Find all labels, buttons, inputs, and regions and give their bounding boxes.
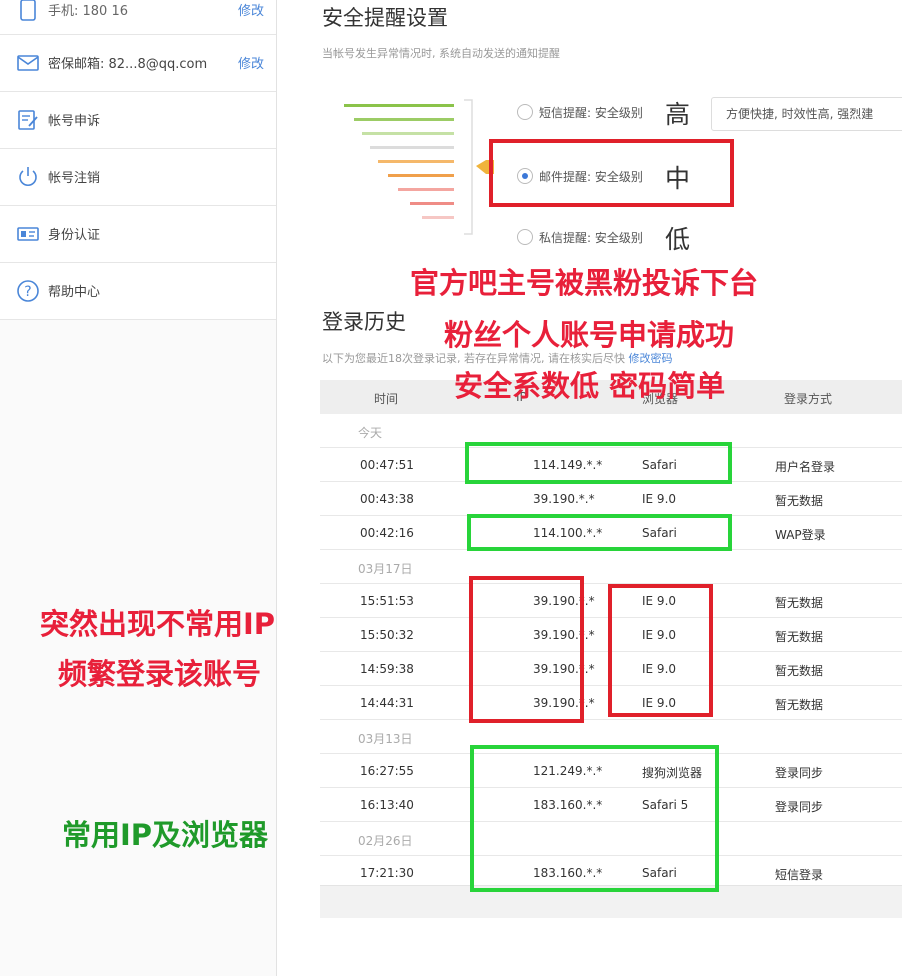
cell-time: 17:21:30: [360, 866, 414, 880]
highlight-row-green: [467, 514, 732, 551]
cell-method: 用户名登录: [775, 460, 836, 474]
radio-sms[interactable]: [517, 104, 533, 120]
annotation-line: 突然出现不常用IP: [40, 607, 276, 641]
cell-time: 14:44:31: [360, 696, 414, 710]
cell-time: 00:42:16: [360, 526, 414, 540]
email-edit-link[interactable]: 修改: [238, 53, 264, 72]
tooltip: 方便快捷, 时效性高, 强烈建: [711, 97, 902, 131]
cell-method: 暂无数据: [775, 494, 824, 508]
date-label: 02月26日: [358, 834, 413, 848]
highlight-usual-green: [470, 745, 719, 892]
sidebar-item-label: 身份认证: [48, 228, 101, 243]
sidebar-item-identity[interactable]: 身份认证: [0, 206, 276, 263]
option-level: 高: [665, 100, 691, 129]
cell-method: 暂无数据: [775, 664, 824, 678]
cell-time: 14:59:38: [360, 662, 414, 676]
sidebar-item-help[interactable]: ? 帮助中心: [0, 263, 276, 320]
sidebar-item-label: 帐号申诉: [48, 114, 101, 129]
pyramid-bar: [370, 146, 454, 149]
appeal-icon: [16, 108, 40, 132]
annotation-line: 常用IP及浏览器: [62, 818, 269, 852]
pyramid-bar: [378, 160, 454, 163]
cell-method: 登录同步: [775, 766, 824, 780]
security-alert-subtitle: 当帐号发生异常情况时, 系统自动发送的通知提醒: [322, 47, 560, 60]
cell-method: 暂无数据: [775, 698, 824, 712]
date-group-row: 03月17日: [320, 550, 902, 584]
svg-text:?: ?: [24, 284, 31, 300]
highlight-ip-red: [469, 576, 584, 723]
option-label: 短信提醒: 安全级别: [539, 106, 643, 120]
annotation-line: 官方吧主号被黑粉投诉下台: [410, 266, 759, 300]
cell-time: 16:13:40: [360, 798, 414, 812]
id-card-icon: [16, 222, 40, 246]
date-label: 03月17日: [358, 562, 413, 576]
column-header-method: 登录方式: [784, 392, 833, 406]
phone-icon: [16, 0, 40, 22]
option-level: 低: [665, 225, 691, 254]
highlight-row-green: [465, 442, 732, 484]
cell-method: 暂无数据: [775, 596, 824, 610]
cell-time: 16:27:55: [360, 764, 414, 778]
sidebar-item-appeal[interactable]: 帐号申诉: [0, 92, 276, 149]
cell-time: 00:43:38: [360, 492, 414, 506]
sidebar-item-label: 帐号注销: [48, 171, 101, 186]
mail-icon: [16, 51, 40, 75]
cell-method: 暂无数据: [775, 630, 824, 644]
cell-time: 15:51:53: [360, 594, 414, 608]
security-level-pyramid: [344, 99, 494, 235]
cell-method: WAP登录: [775, 528, 826, 542]
pyramid-bar: [388, 174, 454, 177]
pyramid-bar: [362, 132, 454, 135]
pyramid-bar: [398, 188, 454, 191]
column-header-time: 时间: [374, 392, 399, 406]
phone-edit-link[interactable]: 修改: [238, 0, 264, 19]
radio-message[interactable]: [517, 229, 533, 245]
sidebar-item-label: 帮助中心: [48, 285, 101, 300]
cell-method: 登录同步: [775, 800, 824, 814]
sidebar-item-phone: 手机: 180 16 修改: [0, 0, 276, 35]
cell-ip: 39.190.*.*: [533, 492, 595, 506]
login-history-title: 登录历史: [322, 310, 406, 334]
annotation-line: 频繁登录该账号: [58, 657, 262, 691]
date-label: 今天: [358, 426, 383, 440]
pyramid-bar: [422, 216, 454, 219]
annotation-line: 安全系数低 密码简单: [454, 369, 726, 403]
pyramid-bracket: [464, 99, 473, 235]
date-label: 03月13日: [358, 732, 413, 746]
annotation-line: 粉丝个人账号申请成功: [444, 318, 735, 352]
security-alert-title: 安全提醒设置: [322, 6, 448, 30]
highlight-browser-red: [608, 584, 713, 717]
sidebar-item-email: 密保邮箱: 82...8@qq.com 修改: [0, 35, 276, 92]
cell-browser: IE 9.0: [642, 492, 677, 506]
table-row: 00:43:38 39.190.*.* IE 9.0 暂无数据: [320, 482, 902, 516]
option-label: 私信提醒: 安全级别: [539, 231, 643, 245]
email-label: 密保邮箱: 82...8@qq.com: [48, 57, 208, 72]
pyramid-bar: [344, 104, 454, 107]
phone-label: 手机: 180 16: [48, 4, 128, 19]
highlight-email-option: [489, 139, 734, 207]
pyramid-bar: [354, 118, 454, 121]
cell-time: 00:47:51: [360, 458, 414, 472]
help-icon: ?: [16, 279, 40, 303]
power-icon: [16, 165, 40, 189]
cell-method: 短信登录: [775, 868, 824, 882]
pyramid-bar: [410, 202, 454, 205]
cell-time: 15:50:32: [360, 628, 414, 642]
sidebar-item-cancel-account[interactable]: 帐号注销: [0, 149, 276, 206]
